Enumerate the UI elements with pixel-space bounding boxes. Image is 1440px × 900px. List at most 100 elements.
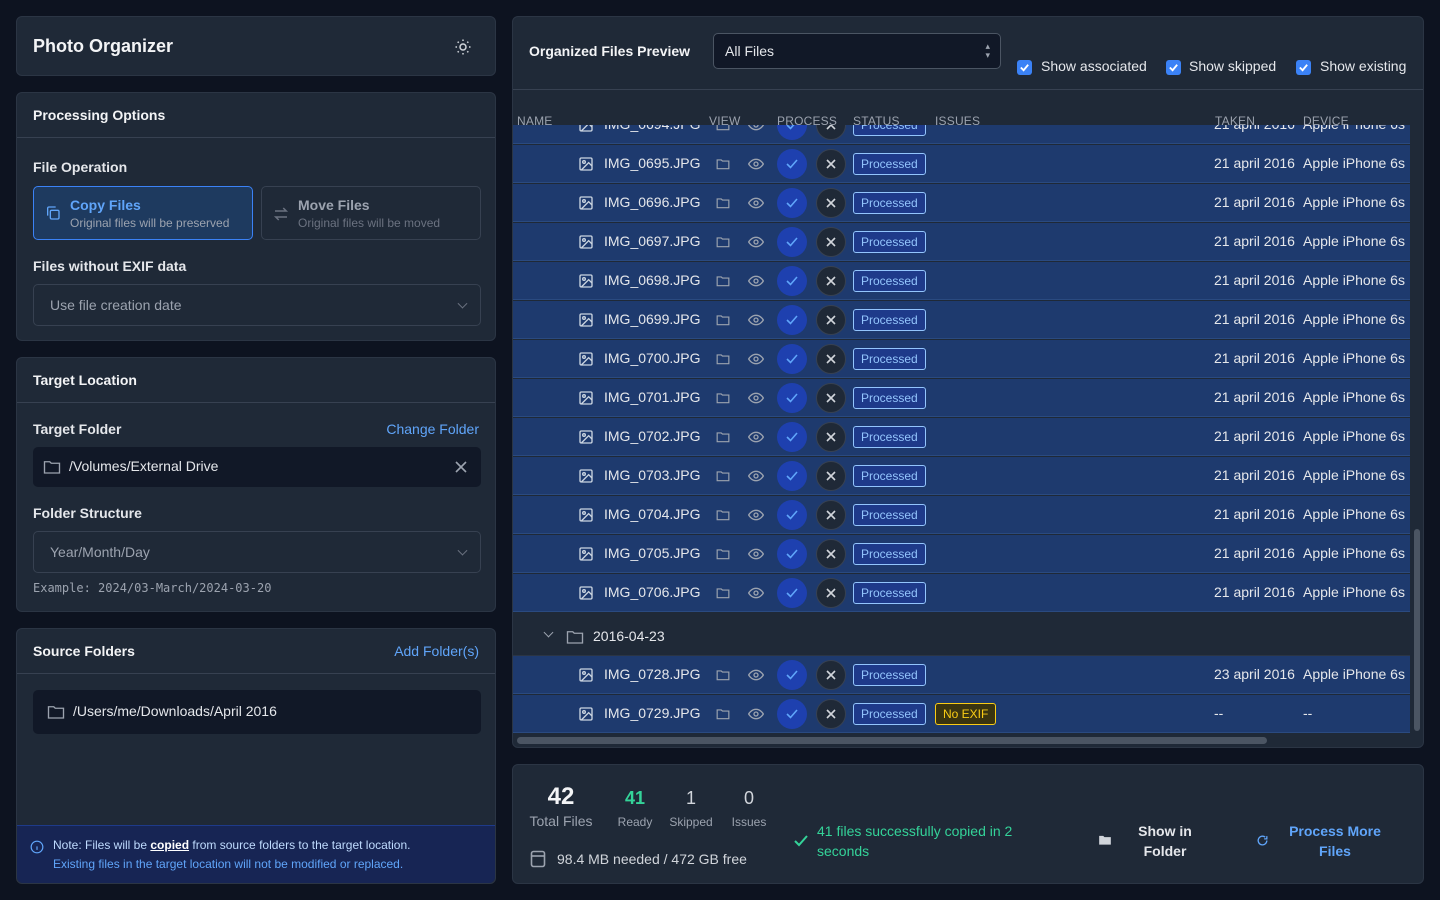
folder-structure-select[interactable]: Year/Month/Day bbox=[33, 531, 481, 573]
eye-icon[interactable] bbox=[748, 197, 764, 209]
open-folder-icon[interactable] bbox=[716, 509, 730, 521]
approve-button[interactable] bbox=[777, 539, 807, 569]
skip-button[interactable] bbox=[816, 500, 846, 530]
skip-button[interactable] bbox=[816, 422, 846, 452]
move-files-option[interactable]: Move Files Original files will be moved bbox=[261, 186, 481, 240]
table-row[interactable]: IMG_0695.JPG Processed 21 april 2016 Apple … bbox=[513, 145, 1410, 183]
approve-button[interactable] bbox=[777, 149, 807, 179]
skip-button[interactable] bbox=[816, 578, 846, 608]
show-skipped-checkbox[interactable] bbox=[1166, 60, 1181, 75]
open-folder-icon[interactable] bbox=[716, 470, 730, 482]
approve-button[interactable] bbox=[777, 125, 807, 140]
open-folder-icon[interactable] bbox=[716, 353, 730, 365]
approve-button[interactable] bbox=[777, 188, 807, 218]
copy-files-option[interactable]: Copy Files Original files will be preser… bbox=[33, 186, 253, 240]
change-folder-link[interactable]: Change Folder bbox=[386, 421, 479, 437]
table-row[interactable]: IMG_0701.JPG Processed 21 april 2016 Apple … bbox=[513, 379, 1410, 417]
approve-button[interactable] bbox=[777, 422, 807, 452]
skip-button[interactable] bbox=[816, 125, 846, 140]
eye-icon[interactable] bbox=[748, 353, 764, 365]
eye-icon[interactable] bbox=[748, 314, 764, 326]
table-row[interactable]: IMG_0704.JPG Processed 21 april 2016 Apple … bbox=[513, 496, 1410, 534]
table-row[interactable]: IMG_0694.JPG Processed 21 april 2016 Apple … bbox=[513, 125, 1410, 144]
table-row[interactable]: IMG_0705.JPG Processed 21 april 2016 Apple … bbox=[513, 535, 1410, 573]
approve-button[interactable] bbox=[777, 383, 807, 413]
clear-icon[interactable] bbox=[455, 461, 467, 473]
check-icon bbox=[786, 354, 798, 364]
table-row[interactable]: IMG_0697.JPG Processed 21 april 2016 Apple … bbox=[513, 223, 1410, 261]
show-existing-checkbox[interactable] bbox=[1296, 60, 1311, 75]
eye-icon[interactable] bbox=[748, 431, 764, 443]
show-associated-checkbox[interactable] bbox=[1017, 60, 1032, 75]
skip-button[interactable] bbox=[816, 660, 846, 690]
open-folder-icon[interactable] bbox=[716, 587, 730, 599]
eye-icon[interactable] bbox=[748, 587, 764, 599]
skip-button[interactable] bbox=[816, 149, 846, 179]
open-folder-icon[interactable] bbox=[716, 708, 730, 720]
skip-button[interactable] bbox=[816, 188, 846, 218]
show-in-folder-button[interactable]: Show in Folder bbox=[1125, 821, 1205, 861]
open-folder-icon[interactable] bbox=[716, 125, 730, 131]
eye-icon[interactable] bbox=[748, 548, 764, 560]
approve-button[interactable] bbox=[777, 305, 807, 335]
file-name: IMG_0701.JPG bbox=[604, 389, 701, 405]
eye-icon[interactable] bbox=[748, 236, 764, 248]
eye-icon[interactable] bbox=[748, 125, 764, 131]
skip-button[interactable] bbox=[816, 266, 846, 296]
approve-button[interactable] bbox=[777, 266, 807, 296]
eye-icon[interactable] bbox=[748, 708, 764, 720]
table-row[interactable]: IMG_0696.JPG Processed 21 april 2016 Apple … bbox=[513, 184, 1410, 222]
skip-button[interactable] bbox=[816, 699, 846, 729]
table-row[interactable]: IMG_0729.JPG Processed No EXIF -- -- bbox=[513, 695, 1410, 733]
skip-button[interactable] bbox=[816, 305, 846, 335]
open-folder-icon[interactable] bbox=[716, 431, 730, 443]
exif-select[interactable]: Use file creation date bbox=[33, 284, 481, 326]
table-row[interactable]: IMG_0699.JPG Processed 21 april 2016 Apple … bbox=[513, 301, 1410, 339]
approve-button[interactable] bbox=[777, 344, 807, 374]
eye-icon[interactable] bbox=[748, 669, 764, 681]
approve-button[interactable] bbox=[777, 500, 807, 530]
approve-button[interactable] bbox=[777, 699, 807, 729]
approve-button[interactable] bbox=[777, 227, 807, 257]
open-folder-icon[interactable] bbox=[716, 314, 730, 326]
open-folder-icon[interactable] bbox=[716, 548, 730, 560]
table-body[interactable]: IMG_0694.JPG Processed 21 april 2016 Apple … bbox=[513, 125, 1410, 734]
vertical-scrollbar[interactable] bbox=[1414, 529, 1420, 731]
table-row[interactable]: IMG_0700.JPG Processed 21 april 2016 Apple … bbox=[513, 340, 1410, 378]
source-folder-item[interactable]: /Users/me/Downloads/April 2016 bbox=[33, 690, 481, 734]
approve-button[interactable] bbox=[777, 461, 807, 491]
skip-button[interactable] bbox=[816, 461, 846, 491]
open-folder-icon[interactable] bbox=[716, 669, 730, 681]
chevron-down-icon[interactable] bbox=[543, 627, 554, 638]
table-row[interactable]: IMG_0728.JPG Processed 23 april 2016 Apple … bbox=[513, 656, 1410, 694]
close-icon bbox=[826, 354, 836, 364]
table-row[interactable]: IMG_0702.JPG Processed 21 april 2016 Apple … bbox=[513, 418, 1410, 456]
skip-button[interactable] bbox=[816, 344, 846, 374]
skip-button[interactable] bbox=[816, 227, 846, 257]
file-filter-select[interactable]: All Files ▴ ▾ bbox=[713, 33, 1001, 69]
table-row[interactable]: IMG_0698.JPG Processed 21 april 2016 Apple … bbox=[513, 262, 1410, 300]
eye-icon[interactable] bbox=[748, 470, 764, 482]
skip-button[interactable] bbox=[816, 383, 846, 413]
table-row[interactable]: IMG_0706.JPG Processed 21 april 2016 Apple … bbox=[513, 574, 1410, 612]
open-folder-icon[interactable] bbox=[716, 275, 730, 287]
approve-button[interactable] bbox=[777, 578, 807, 608]
eye-icon[interactable] bbox=[748, 158, 764, 170]
open-folder-icon[interactable] bbox=[716, 392, 730, 404]
approve-button[interactable] bbox=[777, 660, 807, 690]
skip-button[interactable] bbox=[816, 539, 846, 569]
horizontal-scrollbar[interactable] bbox=[517, 737, 1267, 744]
group-row[interactable]: 2016-04-23 bbox=[513, 617, 1410, 656]
process-more-button[interactable]: Process More Files bbox=[1283, 821, 1387, 861]
eye-icon[interactable] bbox=[748, 392, 764, 404]
open-folder-icon[interactable] bbox=[716, 158, 730, 170]
eye-icon[interactable] bbox=[748, 509, 764, 521]
table-row[interactable]: IMG_0703.JPG Processed 21 april 2016 Apple … bbox=[513, 457, 1410, 495]
eye-icon[interactable] bbox=[748, 275, 764, 287]
open-folder-icon[interactable] bbox=[716, 236, 730, 248]
open-folder-icon[interactable] bbox=[716, 197, 730, 209]
theme-toggle-sun-icon[interactable] bbox=[454, 38, 472, 56]
device-name: Apple iPhone 6s bbox=[1303, 467, 1405, 483]
add-folders-link[interactable]: Add Folder(s) bbox=[394, 643, 479, 659]
file-name: IMG_0696.JPG bbox=[604, 194, 701, 210]
